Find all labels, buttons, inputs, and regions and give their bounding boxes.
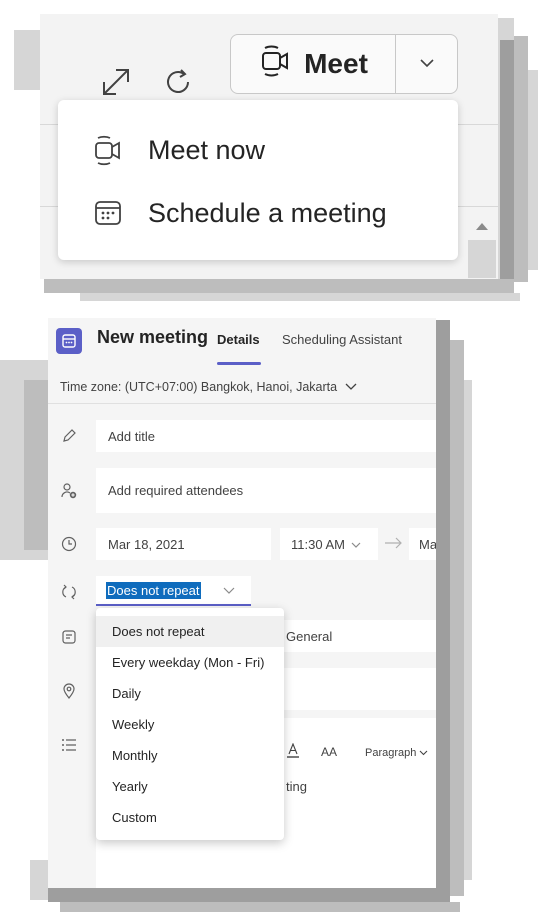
font-size-button[interactable]: AA <box>321 745 337 759</box>
attendees-input[interactable]: Add required attendees <box>96 468 436 513</box>
shadow-block <box>24 380 48 550</box>
channel-icon <box>60 628 78 646</box>
video-camera-icon <box>258 44 292 85</box>
font-color-icon[interactable] <box>286 742 300 764</box>
start-date-value: Mar 18, 2021 <box>108 536 185 552</box>
meet-button[interactable]: Meet <box>230 34 396 94</box>
attendees-placeholder: Add required attendees <box>108 483 244 498</box>
shadow-block <box>30 860 48 900</box>
chevron-down-icon <box>351 537 361 552</box>
chevron-down-icon <box>345 380 357 394</box>
scrollbar-track[interactable] <box>468 240 496 278</box>
form-header: New meeting Details Scheduling Assistant <box>48 318 436 365</box>
new-meeting-form: New meeting Details Scheduling Assistant… <box>48 318 436 888</box>
tab-details[interactable]: Details <box>217 332 260 347</box>
pencil-icon <box>60 427 78 445</box>
scroll-up-arrow[interactable] <box>468 212 496 240</box>
shadow-block <box>48 888 450 902</box>
refresh-icon[interactable] <box>158 62 198 102</box>
shadow-block <box>14 30 40 90</box>
dropdown-option[interactable]: Custom <box>96 802 284 833</box>
menu-item-label: Meet now <box>148 134 266 165</box>
clock-icon <box>60 535 78 553</box>
shadow-block <box>44 279 514 293</box>
expand-diagonal-icon[interactable] <box>96 62 136 102</box>
paragraph-style-select[interactable]: Paragraph <box>365 747 428 759</box>
list-icon <box>60 736 78 754</box>
tab-scheduling-assistant[interactable]: Scheduling Assistant <box>282 332 402 347</box>
chevron-down-icon <box>419 747 428 759</box>
meet-menu: Meet now Schedule a meeting <box>58 100 458 260</box>
video-camera-icon <box>88 134 128 166</box>
dropdown-option[interactable]: Yearly <box>96 771 284 802</box>
add-person-icon <box>60 482 78 500</box>
end-date-value: Ma <box>419 536 436 552</box>
timezone-selector[interactable]: Time zone: (UTC+07:00) Bangkok, Hanoi, J… <box>48 370 436 404</box>
dropdown-option[interactable]: Every weekday (Mon - Fri) <box>96 647 284 678</box>
repeat-dropdown-menu: Does not repeat Every weekday (Mon - Fri… <box>96 608 284 840</box>
chevron-down-icon <box>419 55 435 73</box>
shadow-block <box>80 293 520 301</box>
meet-options-button[interactable] <box>395 34 458 94</box>
arrow-right-icon <box>384 536 404 555</box>
repeat-select[interactable]: Does not repeat <box>96 576 251 606</box>
start-time-value: 11:30 AM <box>291 536 345 552</box>
shadow-block <box>60 902 460 912</box>
chevron-down-icon <box>223 583 235 598</box>
dropdown-option[interactable]: Monthly <box>96 740 284 771</box>
shadow-block <box>514 36 528 282</box>
shadow-block <box>436 320 450 890</box>
meet-button-label: Meet <box>304 48 368 79</box>
shadow-block <box>450 340 464 896</box>
dropdown-option[interactable]: Does not repeat <box>96 616 284 647</box>
channel-value: General <box>286 628 333 644</box>
page-title: New meeting <box>97 327 209 347</box>
title-input[interactable]: Add title <box>96 420 436 452</box>
shadow-block <box>528 70 538 270</box>
start-date-picker[interactable]: Mar 18, 2021 <box>96 528 271 560</box>
calendar-icon <box>88 198 128 228</box>
title-placeholder: Add title <box>108 428 155 444</box>
editor-text: ting <box>286 779 307 794</box>
start-time-picker[interactable]: 11:30 AM <box>280 528 378 560</box>
dropdown-option[interactable]: Weekly <box>96 709 284 740</box>
calendar-app-icon <box>56 328 82 354</box>
shadow-block <box>500 40 514 280</box>
paragraph-style-label: Paragraph <box>365 747 417 759</box>
menu-item-schedule-meeting[interactable]: Schedule a meeting <box>58 183 458 243</box>
repeat-icon <box>60 583 78 601</box>
shadow-block <box>464 380 472 880</box>
menu-item-label: Schedule a meeting <box>148 197 387 228</box>
end-date-picker[interactable]: Ma <box>409 528 436 560</box>
repeat-selected-value: Does not repeat <box>106 581 201 599</box>
menu-item-meet-now[interactable]: Meet now <box>58 120 458 180</box>
dropdown-option[interactable]: Daily <box>96 678 284 709</box>
location-pin-icon <box>60 682 78 700</box>
timezone-label: Time zone: (UTC+07:00) Bangkok, Hanoi, J… <box>60 379 338 394</box>
active-tab-indicator <box>217 362 261 365</box>
